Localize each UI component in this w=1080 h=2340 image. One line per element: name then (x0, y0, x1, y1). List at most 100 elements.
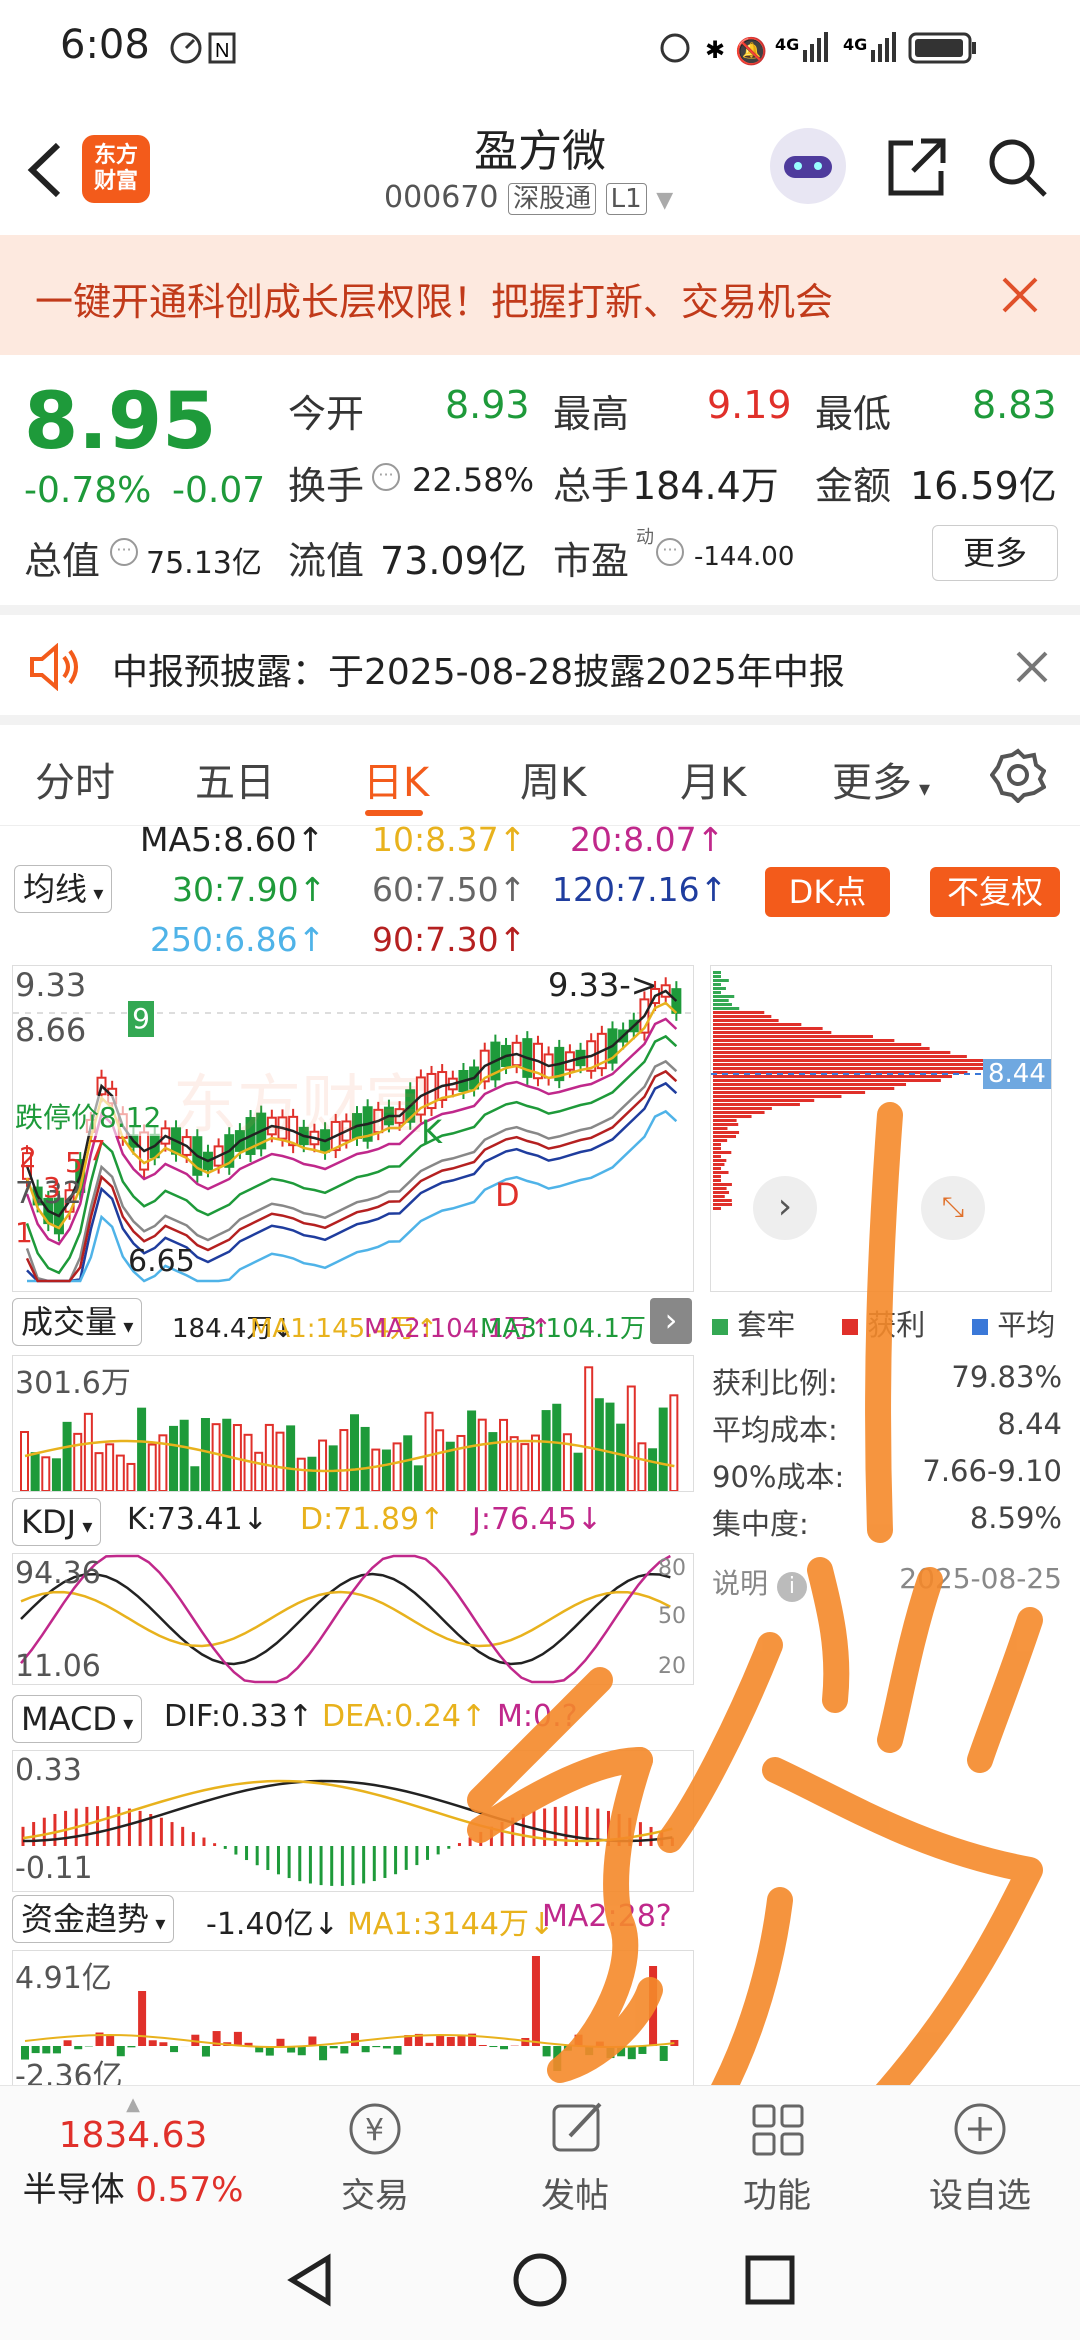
fund-bar (563, 2046, 572, 2051)
sector-index[interactable]: ▲ 1834.63 半导体 0.57% (18, 2094, 248, 2211)
chip-bar (713, 1063, 986, 1066)
volume-bar (190, 1466, 200, 1491)
volume-header: 成交量 ▾ 184.4万↓ MA1:145.4万↑ MA2:104.1万↑ MA… (12, 1298, 692, 1348)
tab-daily-k[interactable]: 日K (363, 750, 429, 808)
chip-bar (713, 1067, 986, 1070)
chip-bar (713, 1095, 842, 1098)
volume-bar (509, 1436, 519, 1491)
fund-bar (553, 2046, 562, 2071)
fund-axis-top: 4.91亿 (15, 1961, 112, 1996)
function-button[interactable]: 功能 (712, 2094, 842, 2217)
volume-selector[interactable]: 成交量 ▾ (12, 1298, 143, 1346)
share-icon[interactable] (885, 135, 949, 199)
volume-bar (20, 1431, 29, 1491)
tab-more[interactable]: 更多 ▾ (832, 750, 930, 808)
chip-bar (713, 1135, 736, 1138)
info-dots-icon[interactable]: ··· (656, 538, 684, 566)
stock-code-line[interactable]: 000670 深股通 L1 ▼ (384, 178, 673, 215)
chip-bar (713, 1059, 987, 1062)
promo-banner[interactable]: 一键开通科创成长层权限！把握打新、交易机会 (0, 235, 1080, 355)
close-icon[interactable] (1000, 275, 1040, 315)
adjust-button[interactable]: 不复权 (930, 867, 1060, 917)
avg-cost-tag: 8.44 (983, 1059, 1051, 1089)
float-label: 流值 (288, 539, 365, 583)
kline-chart[interactable]: 9.33 8.66 7.32 9.33-> 6.65 9 跌停价8.12 K D… (12, 965, 694, 1292)
chip-distribution[interactable]: 8.44 › ⤡ (710, 965, 1052, 1292)
fund-bar (138, 1991, 147, 2046)
avg-cost-value: 8.44 (997, 1407, 1062, 1441)
info-dots-icon[interactable]: ··· (372, 463, 400, 491)
function-label: 功能 (743, 2176, 811, 2216)
plus-circle-icon (954, 2103, 1006, 2155)
mktcap-value: 75.13亿 (146, 546, 262, 581)
min-price-note: 6.65 (128, 1244, 195, 1279)
chevron-right-icon[interactable]: › (753, 1176, 817, 1240)
kdj-selector[interactable]: KDJ ▾ (12, 1498, 102, 1546)
volume-bar (626, 1385, 636, 1491)
search-icon[interactable] (985, 135, 1049, 199)
legend-average: 平均 (997, 1308, 1056, 1342)
count-mark: 3 (43, 1171, 61, 1204)
fund-bar (531, 1956, 540, 2046)
nav-home-icon[interactable] (510, 2250, 570, 2310)
tab-weekly-k[interactable]: 周K (520, 750, 586, 808)
volume-bar (552, 1403, 562, 1491)
volume-bar (584, 1366, 594, 1491)
explain-link[interactable]: 说明 i (712, 1562, 807, 1602)
gear-icon[interactable] (990, 747, 1046, 803)
sector-index-value: 1834.63 (58, 2115, 208, 2156)
chip-bar (713, 1023, 802, 1026)
expand-icon[interactable]: ⤡ (921, 1176, 985, 1240)
volume-bar (424, 1411, 434, 1491)
robot-avatar-icon[interactable] (770, 128, 846, 204)
chip-bar (713, 1075, 952, 1078)
fund-bar (372, 2046, 381, 2048)
tab-five-day[interactable]: 五日 (195, 750, 275, 808)
dk-point-button[interactable]: DK点 (765, 867, 890, 917)
macd-header: MACD ▾ DIF:0.33↑ DEA:0.24↑ M:0.? (12, 1693, 692, 1743)
ma60-value: 60:7.50↑ (372, 870, 527, 909)
fund-bar (436, 2034, 445, 2046)
volume-bar (51, 1458, 61, 1491)
bottom-toolbar: ▲ 1834.63 半导体 0.57% ¥ 交易 发帖 功能 设自选 (0, 2085, 1080, 2221)
info-dots-icon[interactable]: ··· (110, 538, 138, 566)
chip-bar (713, 983, 721, 986)
chip-bar (713, 1111, 765, 1114)
tab-intraday[interactable]: 分时 (35, 750, 115, 808)
volume-bar (392, 1442, 402, 1491)
close-icon[interactable] (1015, 650, 1049, 684)
fund-bar (319, 2046, 328, 2061)
fund-ma1: MA1:3144万↓ (347, 1907, 555, 1942)
fund-bar (478, 2045, 487, 2046)
macd-selector[interactable]: MACD ▾ (12, 1695, 143, 1743)
chip-bar (713, 1099, 815, 1102)
nav-back-icon[interactable] (280, 2250, 340, 2310)
cost90-label: 90%成本: (712, 1460, 845, 1494)
volume-bar (83, 1412, 93, 1491)
kdj-k: K:73.41↓ (127, 1502, 268, 1537)
collapse-panel-button[interactable]: › (650, 1298, 692, 1344)
chip-bar (713, 1143, 721, 1146)
kdj-j: J:76.45↓ (472, 1502, 602, 1537)
ma5-value: MA5:8.60↑ (140, 820, 325, 859)
stock-code: 000670 (384, 180, 499, 215)
macd-m: M:0.? (497, 1699, 578, 1734)
volume-bar (318, 1439, 328, 1491)
fund-selector[interactable]: 资金趋势 ▾ (12, 1895, 175, 1943)
macd-axis-top: 0.33 (15, 1753, 82, 1788)
tab-monthly-k[interactable]: 月K (680, 750, 746, 808)
add-watchlist-button[interactable]: 设自选 (915, 2094, 1045, 2217)
fund-bar (170, 2046, 179, 2053)
profit-ratio-value: 79.83% (951, 1360, 1062, 1394)
chip-bar (713, 1131, 740, 1134)
more-button[interactable]: 更多 (932, 525, 1058, 581)
notice-bar[interactable]: 中报预披露：于2025-08-28披露2025年中报 (0, 605, 1080, 720)
trade-button[interactable]: ¥ 交易 (310, 2094, 440, 2217)
ma-selector[interactable]: 均线 ▾ (14, 865, 113, 913)
chip-bar (713, 1203, 733, 1206)
watchlist-label: 设自选 (929, 2176, 1031, 2216)
chip-bar (713, 1115, 752, 1118)
nav-recents-icon[interactable] (740, 2250, 800, 2310)
fund-current: -1.40亿↓ (206, 1907, 339, 1942)
post-button[interactable]: 发帖 (510, 2094, 640, 2217)
